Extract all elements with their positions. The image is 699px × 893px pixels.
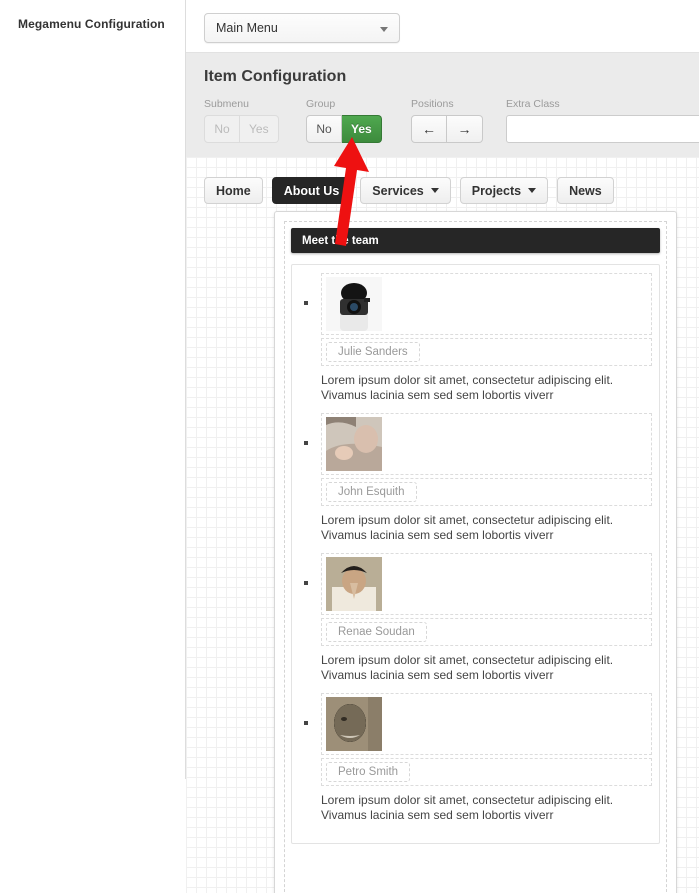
toolbar: Main Menu: [186, 0, 699, 53]
bullet-icon: [304, 441, 308, 445]
preview-navbar: Home About Us Services Projects News: [204, 177, 623, 204]
avatar: [326, 277, 382, 331]
extra-class-input[interactable]: [506, 115, 699, 143]
list-item[interactable]: Julie Sanders Lorem ipsum dolor sit amet…: [299, 273, 652, 403]
avatar: [326, 417, 382, 471]
team-thumbnail-cell: [321, 413, 652, 475]
team-name-field[interactable]: Petro Smith: [326, 762, 411, 782]
team-name-cell: Julie Sanders: [321, 338, 652, 366]
menu-select[interactable]: Main Menu: [204, 13, 400, 43]
nav-item-services-label: Services: [372, 183, 424, 198]
nav-item-news-label: News: [569, 183, 602, 198]
content-column: Main Menu Item Configuration Submenu No …: [186, 0, 699, 893]
team-name-field[interactable]: Julie Sanders: [326, 342, 420, 362]
list-item[interactable]: Petro Smith Lorem ipsum dolor sit amet, …: [299, 693, 652, 823]
menu-select-value: Main Menu: [216, 21, 278, 35]
chevron-down-icon: [528, 188, 537, 193]
megamenu-body: Julie Sanders Lorem ipsum dolor sit amet…: [291, 264, 660, 844]
positions-label: Positions: [411, 98, 454, 110]
megamenu-configuration-screen: Megamenu Configuration Main Menu Item Co…: [0, 0, 699, 893]
submenu-label: Submenu: [204, 98, 249, 110]
chevron-down-icon: [380, 27, 388, 32]
list-item[interactable]: Renae Soudan Lorem ipsum dolor sit amet,…: [299, 553, 652, 683]
team-name-cell: John Esquith: [321, 478, 652, 506]
megamenu-inner-container: Meet the team Julie Sanders Lorem ipsum …: [284, 221, 667, 893]
team-name-field[interactable]: Renae Soudan: [326, 622, 427, 642]
submenu-toggle-group: No Yes: [204, 115, 279, 143]
sidebar: Megamenu Configuration: [0, 0, 186, 779]
avatar: [326, 557, 382, 611]
team-description: Lorem ipsum dolor sit amet, consectetur …: [321, 513, 614, 542]
field-positions: Positions ← →: [411, 98, 483, 143]
nav-item-projects[interactable]: Projects: [459, 177, 549, 204]
field-group: Group No Yes: [306, 98, 382, 143]
positions-button-group: ← →: [411, 115, 483, 143]
nav-item-about-us-label: About Us: [283, 183, 340, 198]
team-name-cell: Renae Soudan: [321, 618, 652, 646]
arrow-left-icon[interactable]: ←: [411, 115, 447, 143]
group-no-button[interactable]: No: [306, 115, 342, 143]
megamenu-dropdown: Meet the team Julie Sanders Lorem ipsum …: [274, 211, 677, 893]
team-description: Lorem ipsum dolor sit amet, consectetur …: [321, 373, 614, 402]
team-description: Lorem ipsum dolor sit amet, consectetur …: [321, 793, 614, 822]
group-label: Group: [306, 98, 336, 110]
group-toggle-group: No Yes: [306, 115, 382, 143]
nav-item-home-label: Home: [216, 183, 251, 198]
extra-class-label: Extra Class: [506, 98, 560, 110]
field-submenu: Submenu No Yes: [204, 98, 279, 143]
item-configuration-panel: Item Configuration Submenu No Yes Group …: [186, 53, 699, 158]
team-name-cell: Petro Smith: [321, 758, 652, 786]
team-name-field[interactable]: John Esquith: [326, 482, 417, 502]
avatar: [326, 697, 382, 751]
team-list: Julie Sanders Lorem ipsum dolor sit amet…: [299, 273, 652, 823]
item-configuration-title: Item Configuration: [204, 68, 347, 85]
submenu-yes-button: Yes: [240, 115, 279, 143]
arrow-right-glyph: →: [457, 121, 472, 137]
team-thumbnail-cell: [321, 693, 652, 755]
group-yes-button[interactable]: Yes: [342, 115, 382, 143]
bullet-icon: [304, 301, 308, 305]
arrow-left-glyph: ←: [422, 121, 436, 137]
chevron-down-icon: [430, 188, 439, 193]
team-thumbnail-cell: [321, 553, 652, 615]
list-item[interactable]: John Esquith Lorem ipsum dolor sit amet,…: [299, 413, 652, 543]
arrow-right-icon[interactable]: →: [447, 115, 483, 143]
nav-item-projects-label: Projects: [471, 183, 522, 198]
nav-item-about-us[interactable]: About Us: [271, 177, 352, 204]
page-title: Megamenu Configuration: [18, 17, 165, 31]
nav-item-news[interactable]: News: [557, 177, 614, 204]
preview-canvas: Home About Us Services Projects News Mee…: [186, 157, 699, 893]
bullet-icon: [304, 581, 308, 585]
megamenu-heading-label: Meet the team: [302, 234, 379, 247]
bullet-icon: [304, 721, 308, 725]
team-description: Lorem ipsum dolor sit amet, consectetur …: [321, 653, 614, 682]
field-extra-class: Extra Class: [506, 98, 699, 143]
megamenu-heading: Meet the team: [291, 228, 660, 253]
nav-item-home[interactable]: Home: [204, 177, 263, 204]
nav-item-services[interactable]: Services: [360, 177, 451, 204]
submenu-no-button: No: [204, 115, 240, 143]
team-thumbnail-cell: [321, 273, 652, 335]
